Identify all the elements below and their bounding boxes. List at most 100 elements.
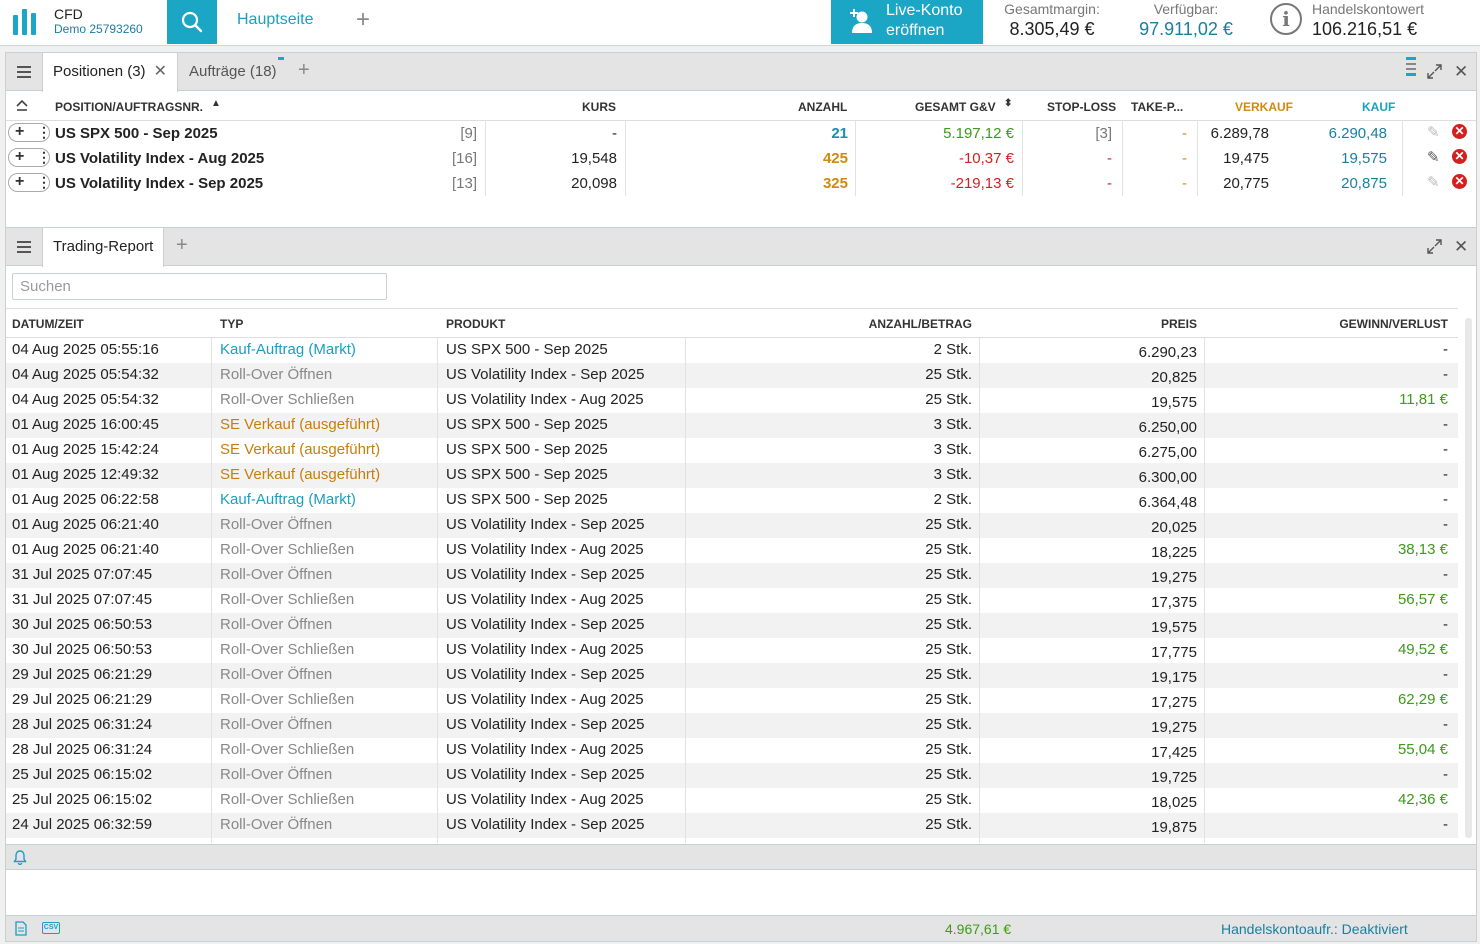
csv-export-icon[interactable]: CSV	[42, 922, 60, 934]
bell-icon[interactable]	[13, 850, 27, 865]
close-position-icon[interactable]: ✕	[1452, 124, 1467, 139]
col-kauf[interactable]: KAUF	[1362, 100, 1395, 114]
report-row[interactable]: 30 Jul 2025 06:50:53 Roll-Over Schließen U…	[6, 638, 1458, 663]
close-position-icon[interactable]: ✕	[1452, 174, 1467, 189]
report-row[interactable]: 04 Aug 2025 05:54:32 Roll-Over Öffnen US V…	[6, 363, 1458, 388]
position-take-profit[interactable]: -	[1182, 150, 1187, 167]
col-stop-loss[interactable]: STOP-LOSS	[1047, 100, 1116, 114]
report-product: US Volatility Index - Sep 2025	[446, 716, 645, 733]
position-take-profit[interactable]: -	[1182, 175, 1187, 192]
report-row[interactable]: 31 Jul 2025 07:07:45 Roll-Over Öffnen US V…	[6, 563, 1458, 588]
tab-positionen[interactable]: Positionen (3) ✕	[42, 53, 178, 92]
close-panel-icon[interactable]: ✕	[1454, 237, 1468, 257]
col-typ[interactable]: TYP	[220, 317, 243, 331]
col-anzahl-betrag[interactable]: ANZAHL/BETRAG	[869, 317, 972, 331]
position-row[interactable]: + ⋮ US Volatility Index - Aug 2025 [16] 1…	[6, 146, 1476, 171]
close-position-icon[interactable]: ✕	[1452, 149, 1467, 164]
position-kauf[interactable]: 6.290,48	[1329, 125, 1387, 142]
position-kauf[interactable]: 20,875	[1341, 175, 1387, 192]
tab-hauptseite[interactable]: Hauptseite	[237, 11, 314, 29]
position-stop-loss[interactable]: [3]	[1095, 125, 1112, 142]
add-panel-tab-button[interactable]: +	[176, 234, 188, 257]
report-date: 01 Aug 2025 06:22:58	[12, 491, 159, 508]
expand-row-button[interactable]: + ⋮	[8, 173, 51, 192]
report-row[interactable]: 01 Aug 2025 12:49:32 SE Verkauf (ausgefüh…	[6, 463, 1458, 488]
search-input[interactable]	[12, 273, 387, 300]
report-pnl: -	[1443, 441, 1448, 458]
col-anzahl[interactable]: ANZAHL	[798, 100, 847, 114]
position-kauf[interactable]: 19,575	[1341, 150, 1387, 167]
collapse-all-icon[interactable]	[16, 99, 28, 111]
close-tab-icon[interactable]: ✕	[154, 63, 167, 80]
expand-icon[interactable]	[1427, 64, 1442, 79]
document-icon[interactable]	[15, 921, 27, 936]
add-panel-tab-button[interactable]: +	[298, 59, 310, 82]
report-row[interactable]: 01 Aug 2025 15:42:24 SE Verkauf (ausgefüh…	[6, 438, 1458, 463]
tab-trading-report[interactable]: Trading-Report	[42, 228, 165, 267]
positions-panel-header: Positionen (3) ✕ Aufträge (18) + ✕	[6, 53, 1476, 92]
available-funds: Verfügbar: 97.911,02 €	[1134, 1, 1238, 41]
tab-auftraege[interactable]: Aufträge (18)	[179, 53, 287, 91]
report-row[interactable]: 24 Jul 2025 06:32:59 Roll-Over Öffnen US V…	[6, 813, 1458, 838]
report-pnl: -	[1443, 616, 1448, 633]
sort-icon[interactable]: ⬍	[1004, 98, 1012, 109]
brand-title: CFD	[54, 6, 83, 22]
report-type: Roll-Over Schließen	[220, 591, 355, 608]
open-live-account-button[interactable]: Live-Konto eröffnen	[831, 0, 983, 44]
col-produkt[interactable]: PRODUKT	[446, 317, 505, 331]
sort-asc-icon[interactable]: ▲	[211, 98, 221, 109]
menu-icon[interactable]	[6, 53, 42, 91]
expand-row-button[interactable]: + ⋮	[8, 148, 51, 167]
position-verkauf[interactable]: 20,775	[1223, 175, 1269, 192]
position-verkauf[interactable]: 6.289,78	[1211, 125, 1269, 142]
report-row[interactable]: 01 Aug 2025 16:00:45 SE Verkauf (ausgefüh…	[6, 413, 1458, 438]
report-row[interactable]: 31 Jul 2025 07:07:45 Roll-Over Schließen U…	[6, 588, 1458, 613]
report-row[interactable]: 28 Jul 2025 06:31:24 Roll-Over Schließen U…	[6, 738, 1458, 763]
col-take-profit[interactable]: TAKE-P...	[1131, 100, 1183, 114]
col-datum-zeit[interactable]: DATUM/ZEIT	[12, 317, 84, 331]
report-row[interactable]: 01 Aug 2025 06:21:40 Roll-Over Schließen U…	[6, 538, 1458, 563]
add-tab-button[interactable]: +	[356, 8, 370, 32]
report-date: 01 Aug 2025 15:42:24	[12, 441, 159, 458]
report-row[interactable]: 29 Jul 2025 06:21:29 Roll-Over Öffnen US V…	[6, 663, 1458, 688]
position-row[interactable]: + ⋮ US Volatility Index - Sep 2025 [13] 2…	[6, 171, 1476, 196]
expand-icon[interactable]	[1427, 239, 1442, 254]
position-stop-loss[interactable]: -	[1107, 150, 1112, 167]
app-logo-icon[interactable]	[13, 9, 39, 35]
report-pnl: 62,29 €	[1397, 691, 1448, 708]
col-verkauf[interactable]: VERKAUF	[1235, 100, 1293, 114]
report-row[interactable]: 04 Aug 2025 05:55:16 Kauf-Auftrag (Markt)…	[6, 338, 1458, 363]
report-pnl: -	[1443, 666, 1448, 683]
tab-trading-report-label: Trading-Report	[53, 238, 154, 255]
position-stop-loss[interactable]: -	[1107, 175, 1112, 192]
report-scrollbar[interactable]	[1465, 318, 1472, 838]
expand-row-button[interactable]: + ⋮	[8, 123, 51, 142]
report-date: 28 Jul 2025 06:31:24	[12, 716, 153, 733]
report-row[interactable]: 25 Jul 2025 06:15:02 Roll-Over Öffnen US V…	[6, 763, 1458, 788]
report-price: 20,825	[1151, 369, 1197, 386]
report-date: 29 Jul 2025 06:21:29	[12, 691, 153, 708]
report-row[interactable]: 01 Aug 2025 06:21:40 Roll-Over Öffnen US V…	[6, 513, 1458, 538]
report-row[interactable]: 28 Jul 2025 06:31:24 Roll-Over Öffnen US V…	[6, 713, 1458, 738]
edit-icon[interactable]: ✎	[1427, 123, 1440, 141]
report-row[interactable]: 01 Aug 2025 06:22:58 Kauf-Auftrag (Markt)…	[6, 488, 1458, 513]
edit-icon[interactable]: ✎	[1427, 173, 1440, 191]
col-gewinn-verlust[interactable]: GEWINN/VERLUST	[1339, 317, 1448, 331]
report-quantity: 25 Stk.	[925, 791, 972, 808]
position-take-profit[interactable]: -	[1182, 125, 1187, 142]
search-button[interactable]	[167, 0, 217, 44]
report-row[interactable]: 30 Jul 2025 06:50:53 Roll-Over Öffnen US V…	[6, 613, 1458, 638]
report-row[interactable]: 29 Jul 2025 06:21:29 Roll-Over Schließen U…	[6, 688, 1458, 713]
position-row[interactable]: + ⋮ US SPX 500 - Sep 2025 [9] - 21 5.197,…	[6, 121, 1476, 146]
col-position[interactable]: POSITION/AUFTRAGSNR.	[55, 100, 203, 114]
col-gesamt-gv[interactable]: GESAMT G&V	[915, 100, 996, 114]
col-preis[interactable]: PREIS	[1161, 317, 1197, 331]
close-panel-icon[interactable]: ✕	[1454, 62, 1468, 82]
position-verkauf[interactable]: 19,475	[1223, 150, 1269, 167]
edit-icon[interactable]: ✎	[1427, 148, 1440, 166]
col-kurs[interactable]: KURS	[582, 100, 616, 114]
menu-icon[interactable]	[6, 228, 42, 266]
report-row[interactable]: 25 Jul 2025 06:15:02 Roll-Over Schließen U…	[6, 788, 1458, 813]
info-icon[interactable]: i	[1270, 3, 1302, 35]
report-row[interactable]: 04 Aug 2025 05:54:32 Roll-Over Schließen U…	[6, 388, 1458, 413]
